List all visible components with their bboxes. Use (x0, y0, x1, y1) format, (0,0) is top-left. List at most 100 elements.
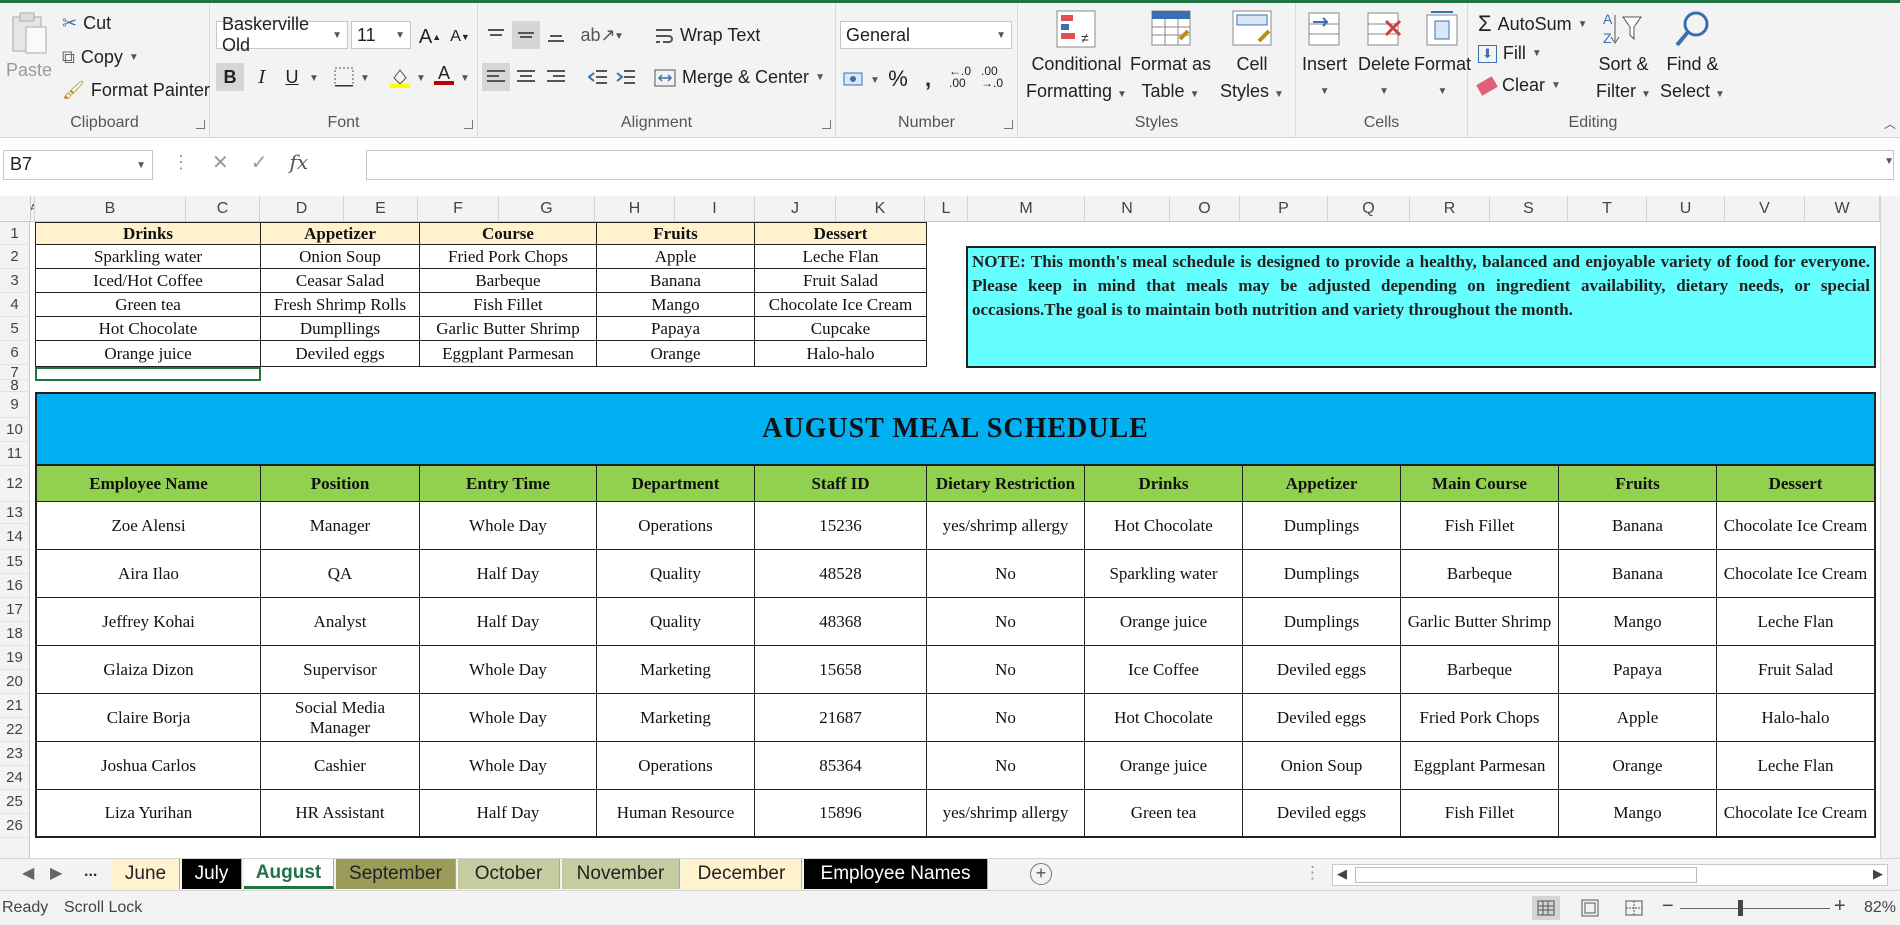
align-center-icon[interactable] (512, 63, 540, 91)
schedule-cell[interactable]: No (927, 550, 1085, 598)
increase-decimal-icon[interactable]: ←.0.00 (946, 63, 974, 91)
autosum-button[interactable]: Σ AutoSum ▼ (1478, 11, 1588, 37)
schedule-cell[interactable]: Onion Soup (1243, 742, 1401, 790)
schedule-cell[interactable]: Mango (1559, 598, 1717, 646)
horizontal-scrollbar[interactable]: ◀ ▶ (1332, 864, 1888, 886)
prev-sheet-icon[interactable]: ◀ (22, 863, 34, 883)
cell-styles-button[interactable]: Cell Styles ▼ (1220, 9, 1284, 106)
schedule-cell[interactable]: Claire Borja (35, 694, 261, 742)
format-as-table-button[interactable]: Format as Table ▼ (1130, 9, 1211, 106)
schedule-header-cell[interactable]: Department (597, 466, 755, 502)
name-box[interactable]: B7 ▼ (3, 150, 153, 180)
schedule-header-cell[interactable]: Entry Time (420, 466, 597, 502)
schedule-cell[interactable]: Barbeque (1401, 646, 1559, 694)
column-header[interactable]: T (1568, 196, 1647, 221)
formula-bar-resize-handle[interactable]: ⋮ (172, 152, 190, 173)
find-select-button[interactable]: Find & Select ▼ (1660, 9, 1725, 106)
row-header[interactable]: 21 (0, 694, 29, 718)
column-header[interactable]: K (836, 196, 925, 221)
column-header[interactable]: E (344, 196, 418, 221)
column-header[interactable]: O (1170, 196, 1240, 221)
schedule-cell[interactable]: Fried Pork Chops (1401, 694, 1559, 742)
schedule-cell[interactable]: 48368 (755, 598, 927, 646)
schedule-header-cell[interactable]: Dessert (1717, 466, 1876, 502)
schedule-cell[interactable]: Aira Ilao (35, 550, 261, 598)
schedule-cell[interactable]: 15658 (755, 646, 927, 694)
schedule-cell[interactable]: Marketing (597, 694, 755, 742)
chevron-down-icon[interactable]: ▼ (1578, 19, 1588, 30)
schedule-cell[interactable]: Orange juice (1085, 742, 1243, 790)
font-name-select[interactable]: Baskerville Old ▼ (216, 14, 348, 55)
font-size-select[interactable]: 11 ▼ (351, 21, 411, 49)
menu-cell[interactable]: Barbeque (420, 269, 597, 293)
column-header[interactable]: B (35, 196, 186, 221)
column-header[interactable]: G (499, 196, 595, 221)
menu-cell[interactable]: Mango (597, 293, 755, 317)
select-all-button[interactable] (0, 196, 31, 222)
schedule-cell[interactable]: Human Resource (597, 790, 755, 838)
menu-header-cell[interactable]: Appetizer (261, 222, 420, 245)
menu-header-cell[interactable]: Dessert (755, 222, 927, 245)
schedule-cell[interactable]: Deviled eggs (1243, 646, 1401, 694)
increase-font-size-icon[interactable]: A ▲ (416, 23, 444, 51)
schedule-cell[interactable]: 21687 (755, 694, 927, 742)
row-header[interactable]: 11 (0, 442, 29, 466)
row-header[interactable]: 16 (0, 574, 29, 598)
menu-cell[interactable]: Leche Flan (755, 245, 927, 269)
chevron-down-icon[interactable]: ▼ (460, 73, 470, 84)
fill-color-icon[interactable] (386, 63, 414, 91)
schedule-cell[interactable]: Eggplant Parmesan (1401, 742, 1559, 790)
row-header[interactable]: 4 (0, 293, 29, 317)
column-header[interactable]: D (260, 196, 344, 221)
schedule-cell[interactable]: Cashier (261, 742, 420, 790)
column-header[interactable]: R (1410, 196, 1490, 221)
borders-icon[interactable] (330, 63, 358, 91)
column-header[interactable]: J (755, 196, 836, 221)
wrap-text-button[interactable]: Wrap Text (654, 25, 760, 46)
orientation-icon[interactable]: ab↗ (580, 21, 615, 49)
row-header[interactable]: 24 (0, 766, 29, 790)
tab-split-handle[interactable]: ⋮ (1304, 863, 1321, 883)
menu-cell[interactable]: Chocolate Ice Cream (755, 293, 927, 317)
format-painter-button[interactable]: 🖌 Format Painter (62, 80, 210, 101)
paste-button[interactable]: Paste (6, 11, 52, 82)
schedule-cell[interactable]: Half Day (420, 550, 597, 598)
menu-cell[interactable]: Deviled eggs (261, 341, 420, 367)
schedule-cell[interactable]: Apple (1559, 694, 1717, 742)
sort-filter-button[interactable]: AZ Sort & Filter ▼ (1596, 9, 1651, 106)
row-header[interactable]: 6 (0, 341, 29, 365)
conditional-formatting-button[interactable]: ≠ Conditional Formatting ▼ (1026, 9, 1127, 106)
schedule-header-cell[interactable]: Staff ID (755, 466, 927, 502)
row-header[interactable]: 15 (0, 550, 29, 574)
schedule-header-cell[interactable]: Appetizer (1243, 466, 1401, 502)
schedule-cell[interactable]: Zoe Alensi (35, 502, 261, 550)
schedule-cell[interactable]: Liza Yurihan (35, 790, 261, 838)
schedule-cell[interactable]: Dumplings (1243, 598, 1401, 646)
row-header[interactable]: 14 (0, 524, 29, 550)
schedule-cell[interactable]: Glaiza Dizon (35, 646, 261, 694)
row-header[interactable]: 2 (0, 245, 29, 269)
menu-cell[interactable]: Fish Fillet (420, 293, 597, 317)
italic-button[interactable]: I (248, 63, 276, 91)
schedule-cell[interactable]: No (927, 694, 1085, 742)
menu-cell[interactable]: Banana (597, 269, 755, 293)
column-header[interactable]: P (1240, 196, 1328, 221)
schedule-cell[interactable]: Papaya (1559, 646, 1717, 694)
schedule-cell[interactable]: Banana (1559, 502, 1717, 550)
sheet-tab[interactable]: October (458, 859, 560, 889)
formula-input[interactable] (366, 150, 1894, 180)
schedule-cell[interactable]: Green tea (1085, 790, 1243, 838)
schedule-cell[interactable]: Orange (1559, 742, 1717, 790)
new-sheet-icon[interactable]: + (1030, 863, 1052, 885)
column-header[interactable]: C (186, 196, 260, 221)
menu-cell[interactable]: Fruit Salad (755, 269, 927, 293)
align-middle-icon[interactable] (512, 21, 540, 49)
menu-cell[interactable]: Dumpllings (261, 317, 420, 341)
schedule-cell[interactable]: QA (261, 550, 420, 598)
column-header[interactable]: F (418, 196, 499, 221)
schedule-cell[interactable]: Whole Day (420, 646, 597, 694)
bold-button[interactable]: B (216, 63, 244, 91)
sheet-tab[interactable]: June (112, 859, 180, 889)
dialog-launcher-icon[interactable] (1004, 120, 1013, 129)
row-header[interactable]: 20 (0, 670, 29, 694)
